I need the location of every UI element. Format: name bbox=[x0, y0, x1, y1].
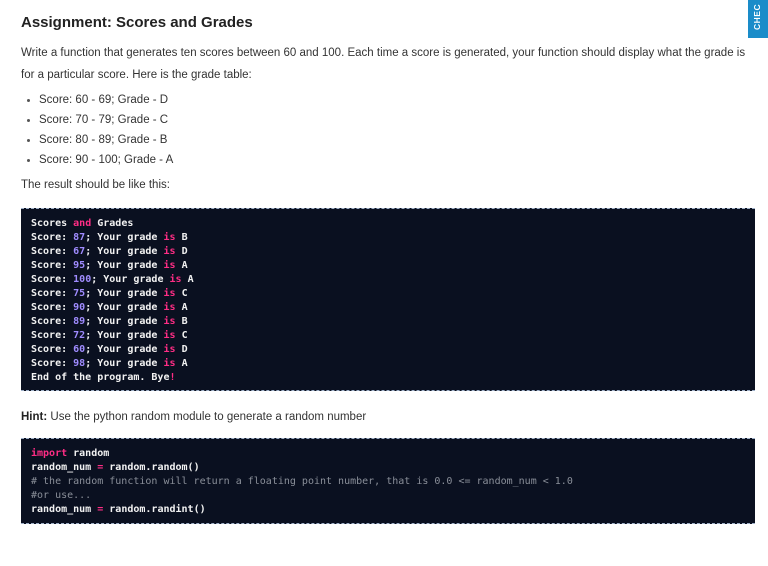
output-row: Score: 89; Your grade is B bbox=[31, 315, 745, 329]
list-item: Score: 80 - 89; Grade - B bbox=[21, 130, 173, 150]
output-row-keyword: is bbox=[163, 344, 176, 355]
output-row-text: ; Your grade bbox=[85, 302, 164, 313]
output-row-score: 98 bbox=[73, 358, 86, 369]
check-tab-label: CHEC bbox=[752, 3, 762, 30]
output-row: Score: 67; Your grade is D bbox=[31, 245, 745, 259]
output-row-score: 89 bbox=[73, 316, 86, 327]
output-row-keyword: is bbox=[163, 330, 176, 341]
output-row-keyword: is bbox=[163, 246, 176, 257]
output-row-grade: B bbox=[181, 316, 188, 327]
output-row-grade: A bbox=[181, 260, 188, 271]
output-row-keyword: is bbox=[163, 358, 176, 369]
hint-body: Use the python random module to generate… bbox=[47, 411, 367, 423]
output-row-keyword: is bbox=[163, 232, 176, 243]
hint-text: Hint: Use the python random module to ge… bbox=[21, 411, 366, 423]
code-comment: # the random function will return a floa… bbox=[31, 476, 573, 487]
output-row-score: 87 bbox=[73, 232, 86, 243]
code-text: random_num bbox=[31, 462, 98, 473]
code-line: import random bbox=[31, 447, 745, 461]
output-row-keyword: is bbox=[163, 316, 176, 327]
output-row-score: 60 bbox=[73, 344, 86, 355]
grade-table-list: Score: 60 - 69; Grade - D Score: 70 - 79… bbox=[21, 90, 173, 170]
output-row-text: ; Your grade bbox=[85, 288, 164, 299]
output-row-prefix: Score: bbox=[31, 260, 74, 271]
output-row-keyword: is bbox=[163, 288, 176, 299]
output-row-prefix: Score: bbox=[31, 246, 74, 257]
output-row-prefix: Score: bbox=[31, 302, 74, 313]
code-keyword: import bbox=[31, 448, 68, 459]
output-row-grade: D bbox=[181, 246, 188, 257]
code-text: random.random() bbox=[103, 462, 200, 473]
output-row: Score: 100; Your grade is A bbox=[31, 273, 745, 287]
code-text: random.randint() bbox=[103, 504, 206, 515]
output-row-text: ; Your grade bbox=[85, 246, 164, 257]
output-header-word: Scores bbox=[31, 218, 68, 229]
output-row-grade: C bbox=[181, 330, 188, 341]
code-line: random_num = random.random() bbox=[31, 461, 745, 475]
output-row-text: ; Your grade bbox=[85, 260, 164, 271]
check-tab-button[interactable]: CHEC bbox=[748, 0, 768, 38]
output-row-prefix: Score: bbox=[31, 316, 74, 327]
code-comment: #or use... bbox=[31, 490, 92, 501]
output-row: Score: 75; Your grade is C bbox=[31, 287, 745, 301]
output-row: Score: 72; Your grade is C bbox=[31, 329, 745, 343]
output-row-grade: A bbox=[187, 274, 194, 285]
output-footer-bang: ! bbox=[169, 372, 176, 383]
output-row-grade: C bbox=[181, 288, 188, 299]
output-row-keyword: is bbox=[163, 260, 176, 271]
output-row-score: 72 bbox=[73, 330, 86, 341]
output-row-grade: B bbox=[181, 232, 188, 243]
output-row-keyword: is bbox=[163, 302, 176, 313]
output-row: Score: 90; Your grade is A bbox=[31, 301, 745, 315]
code-snippet-block: import random random_num = random.random… bbox=[21, 438, 755, 524]
code-text: random bbox=[67, 448, 110, 459]
output-row-text: ; Your grade bbox=[91, 274, 170, 285]
output-row-prefix: Score: bbox=[31, 288, 74, 299]
output-row: Score: 87; Your grade is B bbox=[31, 231, 745, 245]
output-row-score: 90 bbox=[73, 302, 86, 313]
list-item: Score: 70 - 79; Grade - C bbox=[21, 110, 173, 130]
expected-output-block: Scores and Grades Score: 87; Your grade … bbox=[21, 208, 755, 391]
code-line: random_num = random.randint() bbox=[31, 503, 745, 517]
output-row-grade: D bbox=[181, 344, 188, 355]
output-row-grade: A bbox=[181, 302, 188, 313]
output-row: Score: 98; Your grade is A bbox=[31, 357, 745, 371]
code-text: random_num bbox=[31, 504, 98, 515]
output-row-text: ; Your grade bbox=[85, 232, 164, 243]
result-label: The result should be like this: bbox=[21, 179, 170, 191]
output-row-score: 95 bbox=[73, 260, 86, 271]
list-item: Score: 60 - 69; Grade - D bbox=[21, 90, 173, 110]
output-row-prefix: Score: bbox=[31, 344, 74, 355]
intro-paragraph: Write a function that generates ten scor… bbox=[21, 47, 746, 81]
output-row-text: ; Your grade bbox=[85, 316, 164, 327]
output-row-prefix: Score: bbox=[31, 274, 74, 285]
list-item: Score: 90 - 100; Grade - A bbox=[21, 150, 173, 170]
output-row-prefix: Score: bbox=[31, 232, 74, 243]
output-row-text: ; Your grade bbox=[85, 344, 164, 355]
output-row-prefix: Score: bbox=[31, 358, 74, 369]
output-row-score: 67 bbox=[73, 246, 86, 257]
output-row-score: 100 bbox=[73, 274, 92, 285]
output-row-prefix: Score: bbox=[31, 330, 74, 341]
output-row: Score: 95; Your grade is A bbox=[31, 259, 745, 273]
output-rows: Score: 87; Your grade is B Score: 67; You… bbox=[31, 231, 745, 371]
output-row-score: 75 bbox=[73, 288, 86, 299]
output-footer: End of the program. Bye! bbox=[31, 371, 745, 385]
output-header-word: Grades bbox=[97, 218, 134, 229]
output-row: Score: 60; Your grade is D bbox=[31, 343, 745, 357]
output-row-text: ; Your grade bbox=[85, 330, 164, 341]
output-row-grade: A bbox=[181, 358, 188, 369]
page-title: Assignment: Scores and Grades bbox=[21, 14, 253, 31]
output-header: Scores and Grades bbox=[31, 217, 745, 231]
output-row-text: ; Your grade bbox=[85, 358, 164, 369]
output-header-keyword: and bbox=[73, 218, 92, 229]
hint-label: Hint: bbox=[21, 411, 48, 423]
output-row-keyword: is bbox=[169, 274, 182, 285]
output-footer-text: End of the program. Bye bbox=[31, 372, 170, 383]
